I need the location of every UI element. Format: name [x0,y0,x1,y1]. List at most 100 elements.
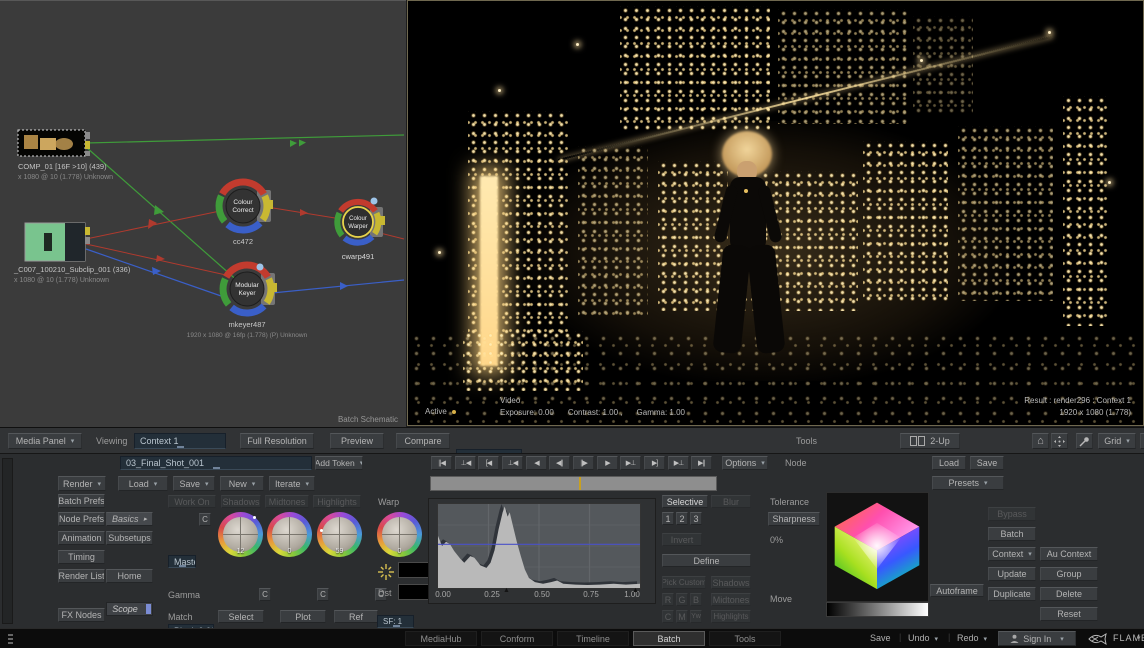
menu-render-list[interactable]: Render List [58,569,105,583]
match-plot-button[interactable]: Plot [280,610,326,623]
range-midtones-button[interactable]: Midtones [265,495,309,508]
clip-node-comp01[interactable]: COMP_01 [16F >10] (439) x 1080 @ 10 (1.7… [18,130,113,181]
selective-key-3[interactable]: 3 [690,512,702,525]
update-button[interactable]: Update [988,567,1036,581]
submenu-scope-toggle[interactable]: Scope [106,602,153,616]
transport-play-reverse-button[interactable]: ◀ [526,456,547,470]
node-save-button[interactable]: Save [970,456,1004,470]
link-green-diagonal[interactable] [86,147,240,283]
sel-highlights-button[interactable]: Highlights [711,610,751,623]
node-colour-correct[interactable]: Colour Correct cc472 [219,182,273,246]
colour-picker-crosshair-icon[interactable] [378,564,394,580]
iterate-button[interactable]: Iterate [269,476,315,491]
colour-cube-panel[interactable] [826,492,929,602]
master-copy-button[interactable]: C [199,513,211,526]
warp-color-wheel[interactable]: 0 [377,512,422,557]
menu-batch-prefs[interactable]: Batch Prefs [58,494,105,508]
sel-magenta-button[interactable]: M [676,610,688,623]
transport-goto-end-button[interactable]: ▶∥ [691,456,712,470]
range-shadows-button[interactable]: Shadows [221,495,261,508]
selective-button[interactable]: Selective [662,495,708,508]
group-button[interactable]: Group [1040,567,1098,581]
home-icon[interactable]: ⌂ [1032,433,1049,449]
batch-schematic-panel[interactable]: COMP_01 [16F >10] (439) x 1080 @ 10 (1.7… [0,0,406,427]
view-button[interactable]: View [1140,433,1144,449]
invert-button[interactable]: Invert [662,533,702,546]
media-panel-button[interactable]: Media Panel [8,433,82,449]
sel-green-button[interactable]: G [676,593,688,606]
match-ref-button[interactable]: Ref [334,610,378,623]
tab-timeline[interactable]: Timeline [557,631,629,646]
undo-dropdown[interactable]: Undo [908,633,938,643]
work-on-button[interactable]: Work On [168,495,216,508]
eyedropper-icon[interactable] [1076,433,1093,449]
link-red-out[interactable] [380,233,404,239]
frame-slider[interactable] [430,476,717,491]
shot-name-field[interactable]: 03_Final_Shot_001 [120,456,312,470]
gamma-red-copy[interactable]: C [259,588,271,601]
preview-button[interactable]: Preview [330,433,384,449]
grid-button[interactable]: Grid [1098,433,1136,449]
shadows-color-wheel[interactable]: 12 [218,512,263,557]
presets-button[interactable]: Presets [932,476,1004,490]
reset-button[interactable]: Reset [1040,607,1098,621]
sel-shadows-button[interactable]: Shadows [711,576,751,589]
render-button[interactable]: Render [58,476,106,491]
submenu-subsetups[interactable]: Subsetups [106,531,153,545]
fit-view-icon[interactable] [1051,433,1068,449]
sharpness-button[interactable]: Sharpness [768,512,820,526]
source-colour-swatch[interactable] [398,562,430,578]
two-up-button[interactable]: 2-Up [900,433,960,449]
tab-batch[interactable]: Batch [633,631,705,646]
destination-colour-swatch[interactable] [398,584,430,600]
options-button[interactable]: Options [722,456,768,470]
transport-next-key-button[interactable]: ▶⊥ [668,456,689,470]
range-highlights-button[interactable]: Highlights [313,495,361,508]
midtones-color-wheel[interactable]: 0 [267,512,312,557]
transport-goto-start-button[interactable]: ∥◀ [431,456,452,470]
bypass-button[interactable]: Bypass [988,507,1036,521]
sel-midtones-button[interactable]: Midtones [711,593,751,606]
selective-key-1[interactable]: 1 [662,512,674,525]
delete-button[interactable]: Delete [1040,587,1098,601]
autoframe-button[interactable]: Autoframe [930,584,984,597]
pick-custom-button[interactable]: Pick Custom [662,576,706,589]
sign-in-button[interactable]: Sign In [998,631,1076,646]
blur-button[interactable]: Blur [711,495,751,508]
duplicate-button[interactable]: Duplicate [988,587,1036,601]
clip-node-subclip[interactable]: _C007_100210_Subclip_001 (336) x 1080 @ … [13,223,131,284]
save-action[interactable]: Save [870,633,891,643]
transport-next-cut-button[interactable]: ▶] [644,456,665,470]
redo-dropdown[interactable]: Redo [957,633,987,643]
match-select-button[interactable]: Select [218,610,264,623]
transport-step-back-button[interactable]: ◀∥ [549,456,570,470]
transport-step-forward-button[interactable]: ∥▶ [573,456,594,470]
sel-blue-button[interactable]: B [690,593,702,606]
transport-prev-key-button[interactable]: ⊥◀ [455,456,476,470]
transport-prev-cut-button[interactable]: [◀ [478,456,499,470]
node-modular-keyer[interactable]: Modular Keyer mkeyer487 1920 x 1080 @ 16… [187,264,308,340]
flame-menu-caret[interactable]: ▾ [1137,634,1141,642]
full-resolution-button[interactable]: Full Resolution [240,433,314,449]
menu-fx-nodes[interactable]: FX Nodes [58,608,105,622]
add-token-button[interactable]: Add Token [315,456,363,470]
histogram-marker[interactable]: ▲ [632,587,639,594]
save-button[interactable]: Save [173,476,215,491]
histogram-marker[interactable]: ▲ [503,587,510,594]
menu-node-prefs[interactable]: Node Prefs [58,512,105,526]
submenu-basics[interactable]: Basics▸ [106,512,153,526]
viewing-context-field[interactable]: Context 1 [134,433,226,449]
transport-prev-marker-button[interactable]: ⊥◀ [502,456,523,470]
tab-tools[interactable]: Tools [709,631,781,646]
master-field[interactable]: Master [168,555,196,568]
node-load-button[interactable]: Load [932,456,966,470]
sel-yellow-button[interactable]: Yw [690,610,702,623]
new-button[interactable]: New [220,476,264,491]
highlights-color-wheel[interactable]: 59 [317,512,362,557]
tab-mediahub[interactable]: MediaHub [405,631,477,646]
grayscale-ramp[interactable] [826,602,929,617]
compare-button[interactable]: Compare [396,433,450,449]
transport-play-button[interactable]: ▶ [597,456,618,470]
batch-mode-button[interactable]: Batch [988,527,1036,541]
tab-conform[interactable]: Conform [481,631,553,646]
